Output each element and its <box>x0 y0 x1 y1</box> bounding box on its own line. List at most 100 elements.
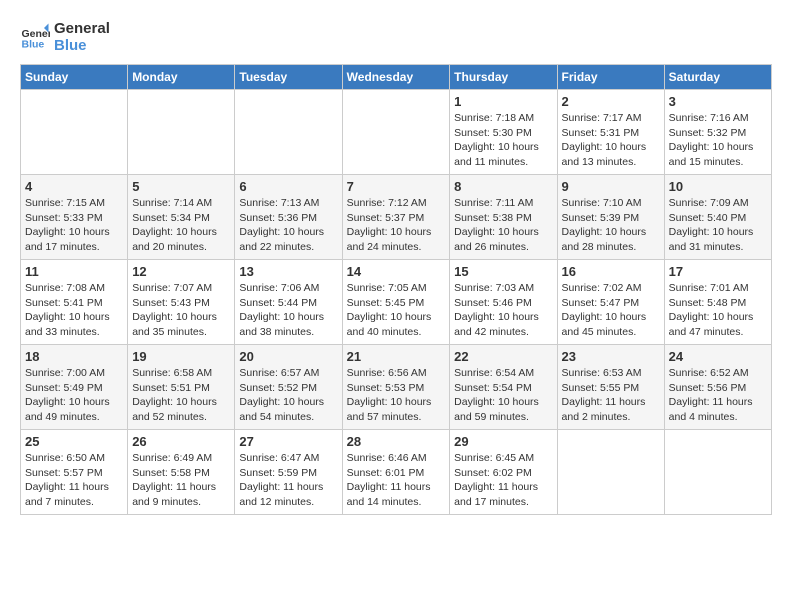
day-info: Sunrise: 6:58 AM Sunset: 5:51 PM Dayligh… <box>132 366 230 425</box>
day-number: 13 <box>239 264 337 279</box>
day-number: 11 <box>25 264 123 279</box>
day-info: Sunrise: 6:52 AM Sunset: 5:56 PM Dayligh… <box>669 366 767 425</box>
svg-text:Blue: Blue <box>22 39 45 51</box>
logo-general: General <box>54 20 110 37</box>
day-number: 16 <box>562 264 660 279</box>
day-number: 15 <box>454 264 552 279</box>
calendar-cell: 25 Sunrise: 6:50 AM Sunset: 5:57 PM Dayli… <box>21 430 128 515</box>
week-row-4: 18 Sunrise: 7:00 AM Sunset: 5:49 PM Dayli… <box>21 345 772 430</box>
day-number: 23 <box>562 349 660 364</box>
logo-icon: General Blue <box>20 22 50 52</box>
day-number: 5 <box>132 179 230 194</box>
calendar-cell: 4 Sunrise: 7:15 AM Sunset: 5:33 PM Daylig… <box>21 175 128 260</box>
day-info: Sunrise: 6:46 AM Sunset: 6:01 PM Dayligh… <box>347 451 446 510</box>
day-info: Sunrise: 7:17 AM Sunset: 5:31 PM Dayligh… <box>562 111 660 170</box>
day-number: 19 <box>132 349 230 364</box>
calendar-cell <box>664 430 771 515</box>
calendar-cell: 21Sunrise: 6:56 AM Sunset: 5:53 PM Dayli… <box>342 345 450 430</box>
logo: General Blue General Blue <box>20 20 110 54</box>
day-number: 9 <box>562 179 660 194</box>
day-info: Sunrise: 7:16 AM Sunset: 5:32 PM Dayligh… <box>669 111 767 170</box>
week-row-1: 1Sunrise: 7:18 AM Sunset: 5:30 PM Daylig… <box>21 90 772 175</box>
day-info: Sunrise: 7:12 AM Sunset: 5:37 PM Dayligh… <box>347 196 446 255</box>
weekday-header-tuesday: Tuesday <box>235 65 342 90</box>
day-info: Sunrise: 7:06 AM Sunset: 5:44 PM Dayligh… <box>239 281 337 340</box>
calendar-cell: 11 Sunrise: 7:08 AM Sunset: 5:41 PM Dayli… <box>21 260 128 345</box>
day-number: 27 <box>239 434 337 449</box>
calendar-cell: 29 Sunrise: 6:45 AM Sunset: 6:02 PM Dayli… <box>450 430 557 515</box>
day-info: Sunrise: 7:18 AM Sunset: 5:30 PM Dayligh… <box>454 111 552 170</box>
day-number: 26 <box>132 434 230 449</box>
day-number: 28 <box>347 434 446 449</box>
day-info: Sunrise: 6:45 AM Sunset: 6:02 PM Dayligh… <box>454 451 552 510</box>
calendar-cell: 10 Sunrise: 7:09 AM Sunset: 5:40 PM Dayli… <box>664 175 771 260</box>
day-number: 7 <box>347 179 446 194</box>
calendar-cell: 24Sunrise: 6:52 AM Sunset: 5:56 PM Dayli… <box>664 345 771 430</box>
day-number: 3 <box>669 94 767 109</box>
calendar-cell: 1Sunrise: 7:18 AM Sunset: 5:30 PM Daylig… <box>450 90 557 175</box>
calendar-cell: 6Sunrise: 7:13 AM Sunset: 5:36 PM Daylig… <box>235 175 342 260</box>
day-info: Sunrise: 7:10 AM Sunset: 5:39 PM Dayligh… <box>562 196 660 255</box>
day-number: 17 <box>669 264 767 279</box>
calendar-cell: 26 Sunrise: 6:49 AM Sunset: 5:58 PM Dayli… <box>128 430 235 515</box>
calendar-cell <box>342 90 450 175</box>
calendar-cell: 15 Sunrise: 7:03 AM Sunset: 5:46 PM Dayli… <box>450 260 557 345</box>
weekday-header-friday: Friday <box>557 65 664 90</box>
day-info: Sunrise: 7:07 AM Sunset: 5:43 PM Dayligh… <box>132 281 230 340</box>
weekday-header-wednesday: Wednesday <box>342 65 450 90</box>
calendar-cell: 18 Sunrise: 7:00 AM Sunset: 5:49 PM Dayli… <box>21 345 128 430</box>
calendar-cell: 27 Sunrise: 6:47 AM Sunset: 5:59 PM Dayli… <box>235 430 342 515</box>
day-info: Sunrise: 7:14 AM Sunset: 5:34 PM Dayligh… <box>132 196 230 255</box>
day-info: Sunrise: 6:50 AM Sunset: 5:57 PM Dayligh… <box>25 451 123 510</box>
calendar-cell <box>557 430 664 515</box>
calendar-cell: 19 Sunrise: 6:58 AM Sunset: 5:51 PM Dayli… <box>128 345 235 430</box>
week-row-2: 4 Sunrise: 7:15 AM Sunset: 5:33 PM Daylig… <box>21 175 772 260</box>
day-info: Sunrise: 6:57 AM Sunset: 5:52 PM Dayligh… <box>239 366 337 425</box>
day-info: Sunrise: 7:00 AM Sunset: 5:49 PM Dayligh… <box>25 366 123 425</box>
calendar-cell: 23 Sunrise: 6:53 AM Sunset: 5:55 PM Dayli… <box>557 345 664 430</box>
calendar-cell <box>128 90 235 175</box>
day-number: 29 <box>454 434 552 449</box>
day-info: Sunrise: 7:08 AM Sunset: 5:41 PM Dayligh… <box>25 281 123 340</box>
calendar-cell: 3 Sunrise: 7:16 AM Sunset: 5:32 PM Daylig… <box>664 90 771 175</box>
day-info: Sunrise: 7:02 AM Sunset: 5:47 PM Dayligh… <box>562 281 660 340</box>
day-number: 21 <box>347 349 446 364</box>
day-info: Sunrise: 6:49 AM Sunset: 5:58 PM Dayligh… <box>132 451 230 510</box>
day-info: Sunrise: 6:53 AM Sunset: 5:55 PM Dayligh… <box>562 366 660 425</box>
day-info: Sunrise: 6:54 AM Sunset: 5:54 PM Dayligh… <box>454 366 552 425</box>
weekday-header-row: SundayMondayTuesdayWednesdayThursdayFrid… <box>21 65 772 90</box>
calendar-cell: 22 Sunrise: 6:54 AM Sunset: 5:54 PM Dayli… <box>450 345 557 430</box>
day-info: Sunrise: 7:13 AM Sunset: 5:36 PM Dayligh… <box>239 196 337 255</box>
calendar-cell: 9 Sunrise: 7:10 AM Sunset: 5:39 PM Daylig… <box>557 175 664 260</box>
calendar-cell <box>21 90 128 175</box>
weekday-header-monday: Monday <box>128 65 235 90</box>
weekday-header-sunday: Sunday <box>21 65 128 90</box>
calendar-cell: 14Sunrise: 7:05 AM Sunset: 5:45 PM Dayli… <box>342 260 450 345</box>
day-info: Sunrise: 7:01 AM Sunset: 5:48 PM Dayligh… <box>669 281 767 340</box>
day-number: 8 <box>454 179 552 194</box>
day-number: 4 <box>25 179 123 194</box>
day-number: 2 <box>562 94 660 109</box>
week-row-3: 11 Sunrise: 7:08 AM Sunset: 5:41 PM Dayli… <box>21 260 772 345</box>
calendar-cell: 8 Sunrise: 7:11 AM Sunset: 5:38 PM Daylig… <box>450 175 557 260</box>
calendar-cell: 28 Sunrise: 6:46 AM Sunset: 6:01 PM Dayli… <box>342 430 450 515</box>
calendar-table: SundayMondayTuesdayWednesdayThursdayFrid… <box>20 64 772 515</box>
day-number: 10 <box>669 179 767 194</box>
calendar-cell <box>235 90 342 175</box>
week-row-5: 25 Sunrise: 6:50 AM Sunset: 5:57 PM Dayli… <box>21 430 772 515</box>
day-number: 20 <box>239 349 337 364</box>
weekday-header-saturday: Saturday <box>664 65 771 90</box>
day-info: Sunrise: 7:15 AM Sunset: 5:33 PM Dayligh… <box>25 196 123 255</box>
weekday-header-thursday: Thursday <box>450 65 557 90</box>
day-info: Sunrise: 7:09 AM Sunset: 5:40 PM Dayligh… <box>669 196 767 255</box>
day-number: 22 <box>454 349 552 364</box>
calendar-cell: 12 Sunrise: 7:07 AM Sunset: 5:43 PM Dayli… <box>128 260 235 345</box>
calendar-cell: 16 Sunrise: 7:02 AM Sunset: 5:47 PM Dayli… <box>557 260 664 345</box>
day-number: 25 <box>25 434 123 449</box>
day-number: 18 <box>25 349 123 364</box>
calendar-cell: 13 Sunrise: 7:06 AM Sunset: 5:44 PM Dayli… <box>235 260 342 345</box>
day-info: Sunrise: 7:03 AM Sunset: 5:46 PM Dayligh… <box>454 281 552 340</box>
day-info: Sunrise: 6:47 AM Sunset: 5:59 PM Dayligh… <box>239 451 337 510</box>
day-info: Sunrise: 7:11 AM Sunset: 5:38 PM Dayligh… <box>454 196 552 255</box>
day-number: 12 <box>132 264 230 279</box>
